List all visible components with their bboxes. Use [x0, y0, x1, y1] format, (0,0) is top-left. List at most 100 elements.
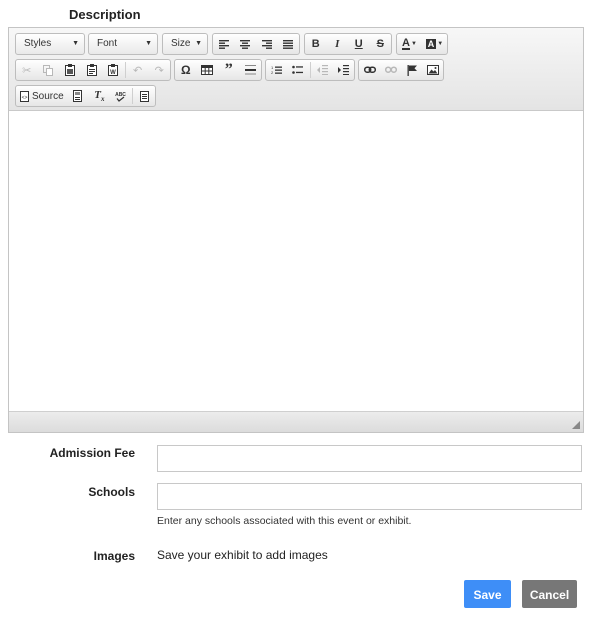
save-button[interactable]: Save [464, 580, 511, 608]
underline-button[interactable]: U [348, 34, 370, 54]
cancel-button[interactable]: Cancel [522, 580, 577, 608]
colors-group: A ▼ A ▼ [396, 33, 448, 55]
link-button[interactable] [359, 60, 380, 80]
italic-button[interactable]: I [327, 34, 349, 54]
special-character-button[interactable]: Ω [175, 60, 197, 80]
paste-icon [64, 64, 75, 76]
increase-indent-icon [337, 65, 349, 75]
unlink-button[interactable] [380, 60, 401, 80]
basic-styles-group: B I U S [304, 33, 392, 55]
rich-text-editor: Styles ▼ Font ▼ Size ▼ B I U S A ▼ A ▼ ✂… [8, 27, 584, 433]
unlink-icon [384, 66, 397, 73]
redo-button[interactable]: ↷ [148, 60, 170, 80]
editor-content-area[interactable] [9, 112, 583, 412]
link-icon [363, 66, 376, 73]
blockquote-icon: ” [224, 61, 233, 78]
bulleted-list-button[interactable] [287, 60, 308, 80]
image-icon [426, 65, 439, 75]
image-button[interactable] [422, 60, 443, 80]
svg-text:2: 2 [271, 70, 274, 75]
paste-from-word-button[interactable]: W [102, 60, 124, 80]
schools-label: Schools [88, 485, 135, 499]
svg-text:W: W [110, 70, 116, 76]
styles-dropdown[interactable]: Styles ▼ [15, 33, 85, 55]
resize-handle-icon[interactable] [572, 421, 580, 429]
align-right-button[interactable] [256, 34, 278, 54]
toolbar-separator [124, 62, 126, 78]
source-label: Source [32, 90, 64, 102]
size-dropdown[interactable]: Size ▼ [162, 33, 208, 55]
spell-check-button[interactable]: ABC [110, 86, 131, 106]
templates-button[interactable] [68, 86, 89, 106]
copy-icon [43, 64, 54, 76]
source-button[interactable]: <> Source [16, 86, 68, 106]
chevron-down-icon: ▼ [195, 40, 202, 47]
text-color-button[interactable]: A ▼ [397, 34, 422, 54]
paste-text-icon [86, 64, 97, 76]
bulleted-list-icon [292, 65, 304, 74]
align-center-icon [240, 39, 251, 49]
remove-format-button[interactable]: Tx [89, 86, 110, 106]
text-color-icon: A [402, 37, 410, 50]
increase-indent-button[interactable] [333, 60, 354, 80]
cut-icon: ✂ [22, 64, 32, 77]
document-button[interactable] [134, 86, 155, 106]
decrease-indent-button[interactable] [312, 60, 333, 80]
table-button[interactable] [197, 60, 219, 80]
images-info-text: Save your exhibit to add images [157, 548, 328, 562]
horizontal-line-icon [244, 65, 256, 75]
background-color-icon: A [425, 39, 437, 49]
table-icon [201, 65, 214, 75]
paste-button[interactable] [59, 60, 81, 80]
styles-dropdown-label: Styles [24, 38, 52, 49]
description-label: Description [69, 7, 141, 22]
numbered-list-icon: 12 [271, 65, 283, 75]
justify-button[interactable] [278, 34, 300, 54]
admission-fee-label: Admission Fee [49, 446, 135, 460]
align-center-button[interactable] [235, 34, 257, 54]
schools-help-text: Enter any schools associated with this e… [157, 515, 412, 527]
svg-text:ABC: ABC [115, 92, 126, 98]
bold-icon: B [311, 38, 320, 50]
background-color-button[interactable]: A ▼ [422, 34, 447, 54]
paste-from-word-icon: W [108, 64, 119, 76]
paste-text-button[interactable] [81, 60, 103, 80]
flag-icon [407, 64, 417, 76]
chevron-down-icon: ▼ [437, 41, 444, 47]
insert-group: Ω ” [174, 59, 262, 81]
document-icon [139, 90, 149, 102]
remove-format-icon: Tx [94, 88, 105, 104]
align-left-icon [218, 39, 229, 49]
italic-icon: I [335, 38, 340, 50]
admission-fee-input[interactable] [157, 445, 582, 472]
source-icon: <> [20, 90, 29, 102]
chevron-down-icon: ▼ [411, 41, 417, 47]
chevron-down-icon: ▼ [145, 40, 152, 47]
anchor-button[interactable] [401, 60, 422, 80]
spell-check-icon: ABC [115, 92, 126, 102]
omega-icon: Ω [180, 63, 191, 77]
font-dropdown[interactable]: Font ▼ [88, 33, 158, 55]
editor-toolbar: Styles ▼ Font ▼ Size ▼ B I U S A ▼ A ▼ ✂… [9, 28, 583, 111]
schools-input[interactable] [157, 483, 582, 510]
strikethrough-button[interactable]: S [370, 34, 392, 54]
justify-icon [283, 39, 294, 49]
copy-button[interactable] [38, 60, 60, 80]
horizontal-line-button[interactable] [240, 60, 262, 80]
cut-button[interactable]: ✂ [16, 60, 38, 80]
numbered-list-button[interactable]: 12 [266, 60, 287, 80]
document-group: <> Source Tx ABC [15, 85, 156, 107]
align-left-button[interactable] [213, 34, 235, 54]
list-indent-group: 12 [265, 59, 355, 81]
chevron-down-icon: ▼ [72, 40, 79, 47]
blockquote-button[interactable]: ” [218, 60, 240, 80]
undo-icon: ↶ [133, 64, 143, 77]
undo-button[interactable]: ↶ [127, 60, 149, 80]
size-dropdown-label: Size [171, 38, 191, 49]
align-right-icon [261, 39, 272, 49]
toolbar-separator [309, 62, 311, 78]
strikethrough-icon: S [376, 38, 384, 50]
bold-button[interactable]: B [305, 34, 327, 54]
redo-icon: ↷ [154, 64, 164, 77]
templates-icon [73, 90, 83, 102]
